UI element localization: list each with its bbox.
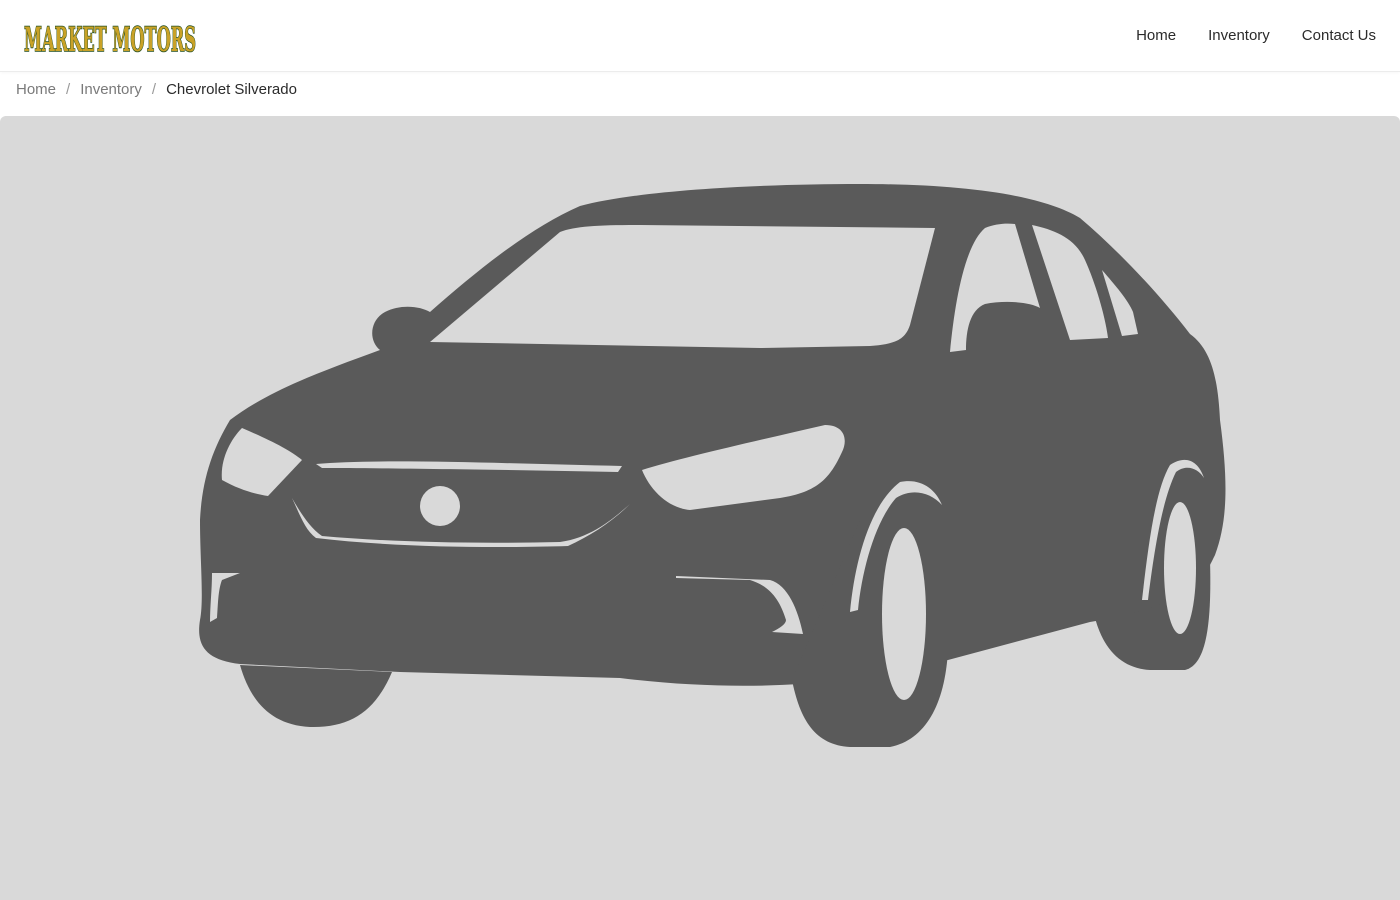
breadcrumb-inventory[interactable]: Inventory — [80, 80, 142, 100]
nav-home[interactable]: Home — [1136, 26, 1176, 46]
nav-inventory[interactable]: Inventory — [1208, 26, 1270, 46]
breadcrumb: Home / Inventory / Chevrolet Silverado — [16, 80, 297, 100]
breadcrumb-separator: / — [66, 81, 71, 98]
breadcrumb-separator: / — [151, 81, 157, 98]
breadcrumb-home[interactable]: Home — [16, 80, 56, 100]
vehicle-image[interactable] — [0, 116, 1400, 900]
car-placeholder-icon — [199, 184, 1226, 747]
logo-text: MARKET MOTORS — [24, 20, 196, 59]
main-nav: Home Inventory Contact Us — [1136, 26, 1376, 46]
breadcrumb-current: Chevrolet Silverado — [166, 81, 297, 98]
market-motors-logo: MARKET MOTORS — [23, 19, 197, 59]
site-header: MARKET MOTORS Home Inventory Contact Us — [0, 0, 1400, 72]
nav-contact-us[interactable]: Contact Us — [1302, 26, 1376, 46]
